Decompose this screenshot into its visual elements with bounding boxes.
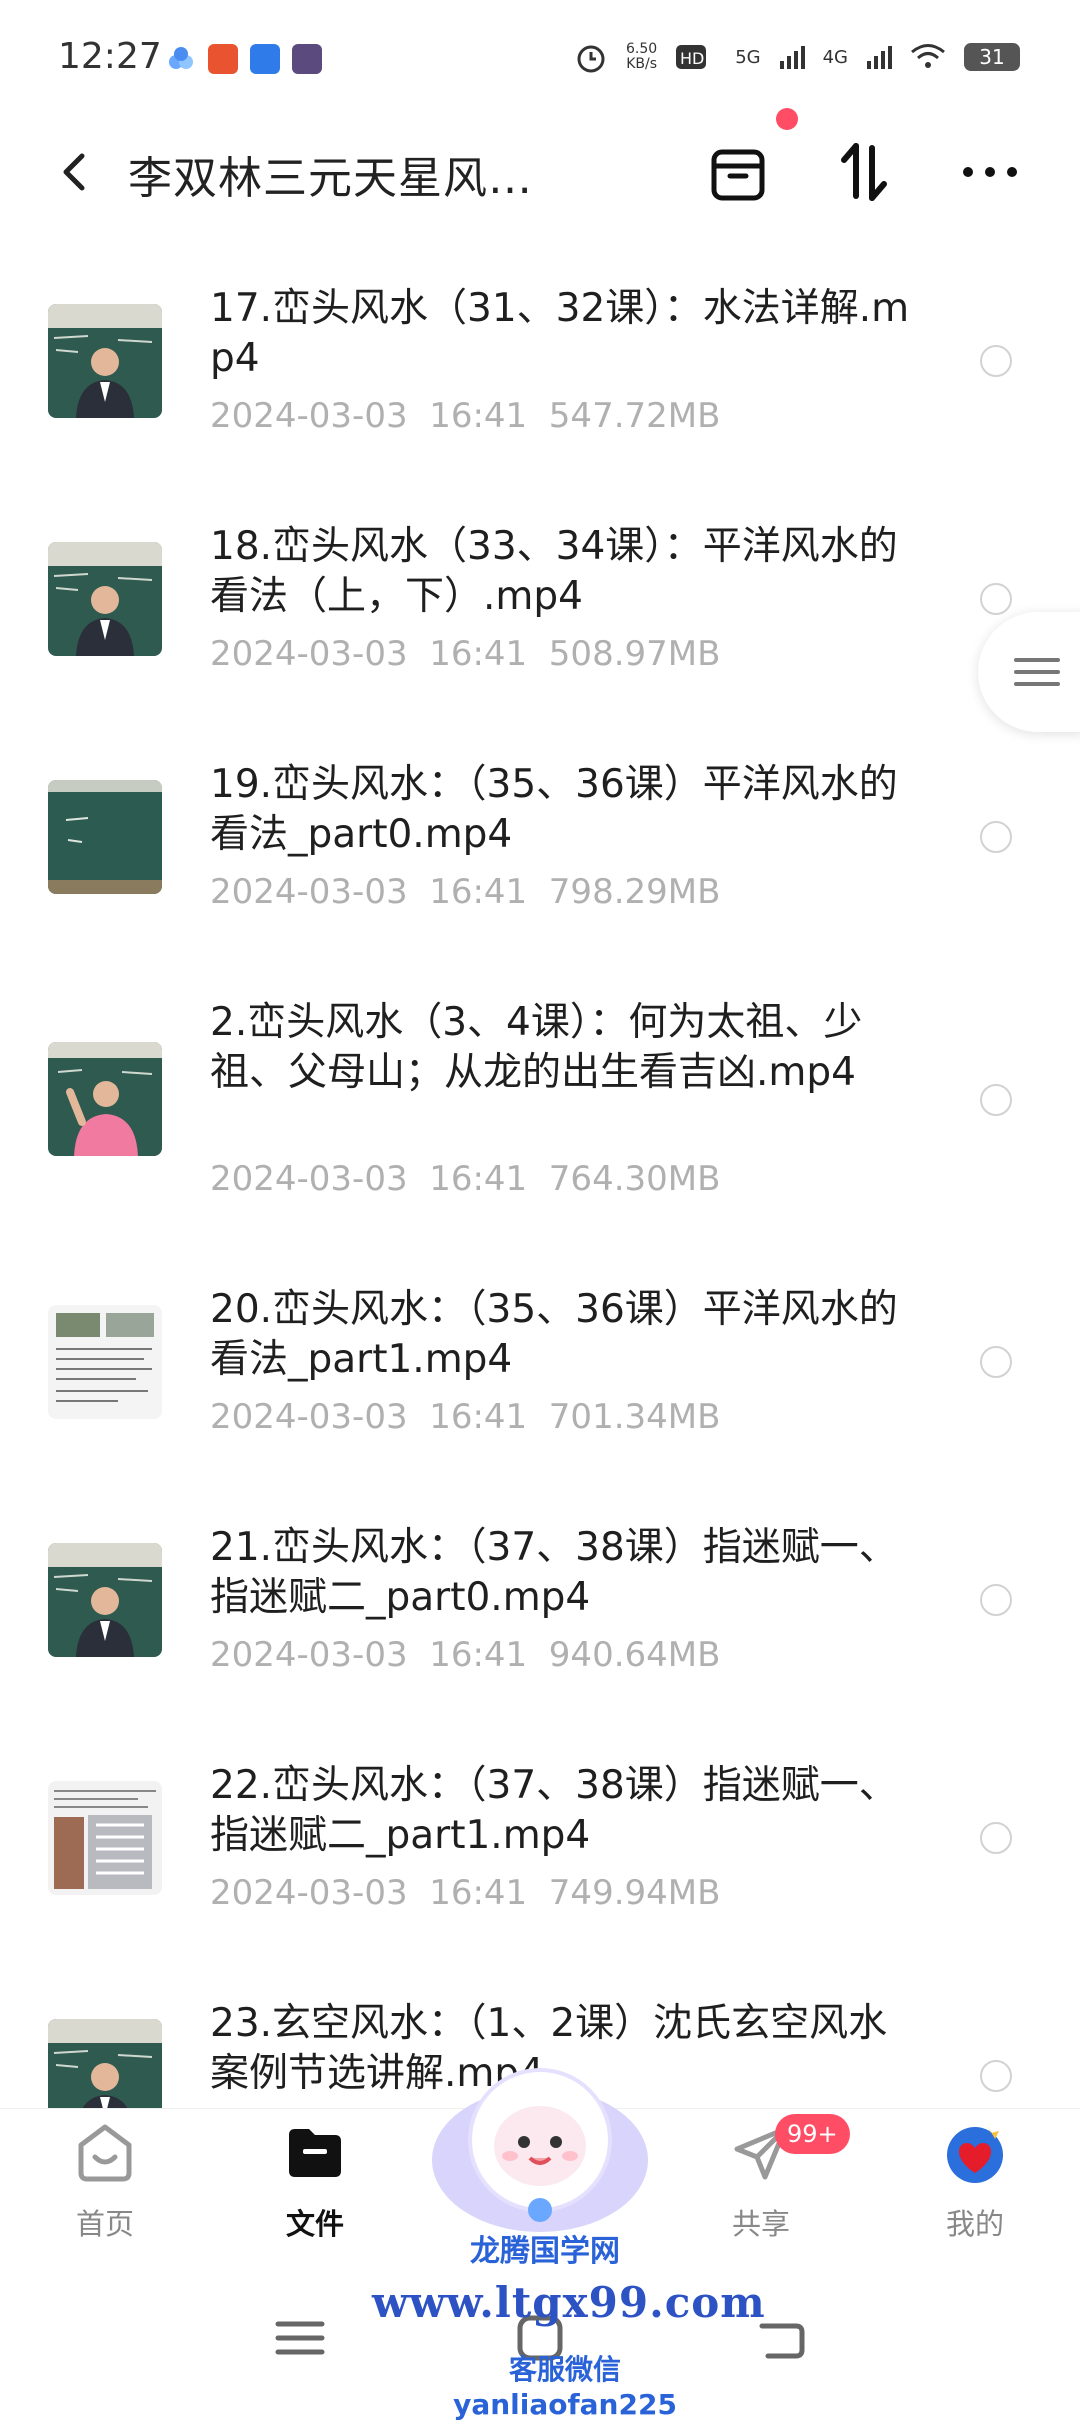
file-meta: 2024-03-03 16:41 508.97MB xyxy=(210,634,721,674)
select-checkbox[interactable] xyxy=(980,2060,1012,2092)
file-name: 20.峦头风水：（35、36课）平洋风水的看法_part1.mp4 xyxy=(210,1287,898,1382)
file-meta: 2024-03-03 16:41 749.94MB xyxy=(210,1873,721,1913)
file-meta: 2024-03-03 16:41 701.34MB xyxy=(210,1397,721,1437)
signal-icon-2 xyxy=(867,46,892,69)
status-time: 12:27 xyxy=(58,36,162,77)
chevron-left-icon xyxy=(63,153,85,191)
page-title: 李双林三元天星风… xyxy=(128,153,533,204)
watermark-url: www.ltgx99.com xyxy=(372,2278,766,2327)
status-bar: 12:27 6.50 KB/s HD 5G 4G 31 xyxy=(0,0,1080,120)
file-row[interactable]: 19.峦头风水：（35、36课）平洋风水的看法_part0.mp4 2024-03… xyxy=(0,738,1080,976)
file-name: 21.峦头风水：（37、38课）指迷赋一、指迷赋二_part0.mp4 xyxy=(210,1525,898,1620)
more-dots-icon xyxy=(963,167,1017,177)
file-row[interactable]: 17.峦头风水（31、32课）：水法详解.mp4 2024-03-03 16:41… xyxy=(0,262,1080,500)
share-badge: 99+ xyxy=(775,2114,850,2154)
select-checkbox[interactable] xyxy=(980,1346,1012,1378)
tab-mine[interactable]: 我的 xyxy=(900,2109,1050,2269)
status-right: 6.50 KB/s HD 5G 4G 31 xyxy=(574,40,1020,74)
file-list: 17.峦头风水（31、32课）：水法详解.mp4 2024-03-03 16:41… xyxy=(0,262,1080,2108)
folder-icon xyxy=(289,2129,341,2177)
select-checkbox[interactable] xyxy=(980,1584,1012,1616)
wifi-icon xyxy=(911,44,945,68)
sort-icon xyxy=(841,143,887,201)
file-meta: 2024-03-03 16:41 798.29MB xyxy=(210,872,721,912)
news-app-icon xyxy=(208,44,238,74)
mascot-button[interactable] xyxy=(430,2050,650,2240)
shield-app-icon xyxy=(250,44,280,74)
file-row[interactable]: 2.峦头风水（3、4课）：何为太祖、少祖、父母山；从龙的出生看吉凶.mp4 202… xyxy=(0,976,1080,1263)
archive-box-icon xyxy=(711,149,765,201)
signal-icon xyxy=(779,46,805,69)
video-thumbnail xyxy=(48,2019,162,2108)
menu-line xyxy=(1014,670,1060,674)
select-checkbox[interactable] xyxy=(980,1084,1012,1116)
file-name: 22.峦头风水：（37、38课）指迷赋一、指迷赋二_part1.mp4 xyxy=(210,1763,898,1858)
menu-nav-icon[interactable] xyxy=(270,2308,330,2368)
sort-button[interactable] xyxy=(828,136,900,208)
tab-files[interactable]: 文件 xyxy=(240,2109,390,2269)
video-thumbnail xyxy=(48,1781,162,1895)
video-thumbnail xyxy=(48,1042,162,1156)
notification-dot xyxy=(776,108,798,130)
select-checkbox[interactable] xyxy=(980,583,1012,615)
back-button[interactable] xyxy=(48,144,104,200)
select-checkbox[interactable] xyxy=(980,345,1012,377)
file-name: 19.峦头风水：（35、36课）平洋风水的看法_part0.mp4 xyxy=(210,762,898,857)
mascot-icon xyxy=(432,2068,648,2232)
menu-line xyxy=(1014,682,1060,686)
video-thumbnail xyxy=(48,1543,162,1657)
more-button[interactable] xyxy=(954,136,1026,208)
watermark-contact: 客服微信 yanliaofan225 xyxy=(453,2353,677,2421)
watermark-title: 龙腾国学网 xyxy=(470,2234,620,2269)
file-row[interactable]: 18.峦头风水（33、34课）：平洋风水的看法（上，下）.mp4 2024-03-… xyxy=(0,500,1080,738)
net-speed: 6.50 KB/s xyxy=(626,41,658,72)
file-meta: 2024-03-03 16:41 764.30MB xyxy=(210,1159,721,1199)
video-thumbnail xyxy=(48,304,162,418)
file-row[interactable]: 20.峦头风水：（35、36课）平洋风水的看法_part1.mp4 2024-03… xyxy=(0,1263,1080,1501)
file-meta: 2024-03-03 16:41 940.64MB xyxy=(210,1635,721,1675)
tab-label-mine: 我的 xyxy=(945,2207,1004,2241)
menu-line xyxy=(1014,658,1060,662)
k-app-icon xyxy=(292,44,322,74)
tab-label-share: 共享 xyxy=(731,2207,790,2241)
video-thumbnail xyxy=(48,780,162,894)
tab-label-home: 首页 xyxy=(75,2207,134,2241)
tab-label-files: 文件 xyxy=(285,2207,344,2241)
network-5g: 5G xyxy=(735,46,761,68)
transfer-box-button[interactable] xyxy=(702,136,774,208)
file-name: 2.峦头风水（3、4课）：何为太祖、少祖、父母山；从龙的出生看吉凶.mp4 xyxy=(210,1000,863,1095)
video-thumbnail xyxy=(48,542,162,656)
tab-home[interactable]: 首页 xyxy=(30,2109,180,2269)
svg-text:HD: HD xyxy=(680,49,704,68)
video-thumbnail xyxy=(48,1305,162,1419)
file-name: 18.峦头风水（33、34课）：平洋风水的看法（上，下）.mp4 xyxy=(210,524,898,619)
home-icon xyxy=(78,2124,132,2182)
file-row[interactable]: 22.峦头风水：（37、38课）指迷赋一、指迷赋二_part1.mp4 2024-… xyxy=(0,1739,1080,1977)
file-row[interactable]: 21.峦头风水：（37、38课）指迷赋一、指迷赋二_part0.mp4 2024-… xyxy=(0,1501,1080,1739)
hd-icon: HD xyxy=(676,45,707,69)
network-4g: 4G xyxy=(822,46,848,68)
file-meta: 2024-03-03 16:41 547.72MB xyxy=(210,396,721,436)
avatar-icon xyxy=(947,2125,1003,2183)
app-header: 李双林三元天星风… xyxy=(0,120,1080,220)
cloud-app-icon xyxy=(166,44,196,74)
file-name: 17.峦头风水（31、32课）：水法详解.mp4 xyxy=(210,286,910,381)
battery-icon: 31 xyxy=(964,43,1020,71)
select-checkbox[interactable] xyxy=(980,821,1012,853)
select-checkbox[interactable] xyxy=(980,1822,1012,1854)
alarm-icon xyxy=(577,45,605,73)
